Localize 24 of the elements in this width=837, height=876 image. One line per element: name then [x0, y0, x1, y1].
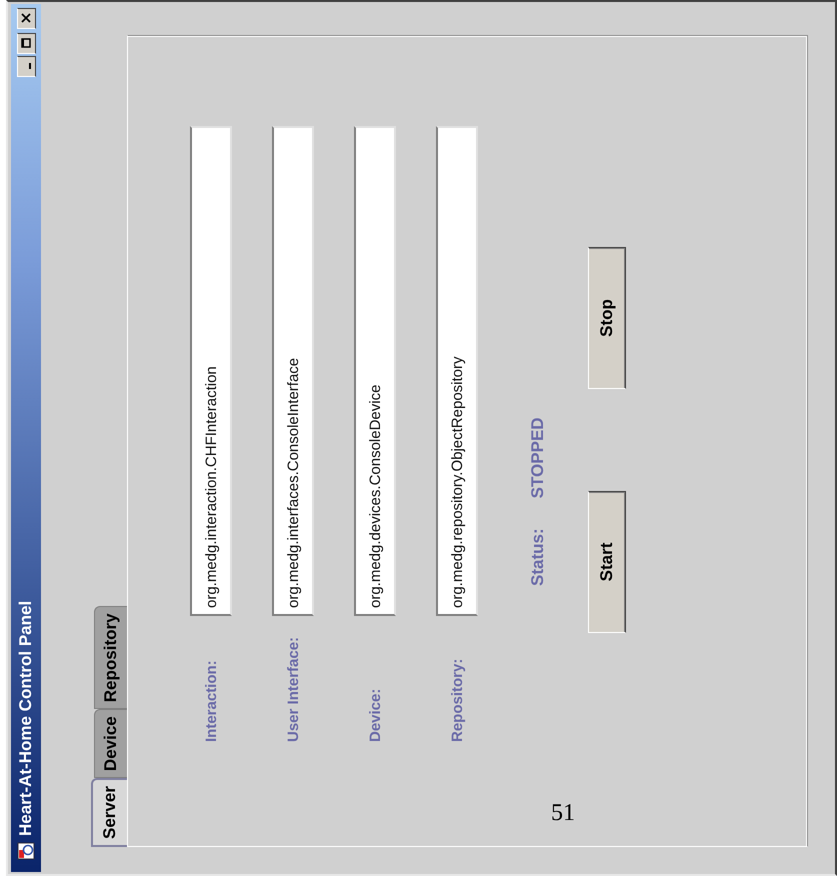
field-label: Repository: — [448, 658, 466, 744]
text-field[interactable]: org.medg.repository.ObjectRepository — [436, 126, 478, 616]
app-icon — [17, 842, 35, 860]
page-number: 51 — [551, 800, 575, 827]
close-button[interactable] — [16, 8, 36, 29]
status-label: Status: — [528, 528, 548, 586]
minimize-icon — [29, 64, 31, 70]
text-field[interactable]: org.medg.interfaces.ConsoleInterface — [272, 126, 314, 616]
tab[interactable]: Device — [94, 709, 127, 778]
text-field[interactable]: org.medg.devices.ConsoleDevice — [354, 126, 396, 616]
tab[interactable]: Repository — [94, 606, 127, 710]
status-value: STOPPED — [528, 417, 548, 498]
close-icon — [21, 14, 31, 24]
field-label: Device: — [366, 688, 384, 744]
action-button[interactable]: Start — [588, 491, 626, 633]
text-field[interactable]: org.medg.interaction.CHFInteraction — [190, 126, 232, 616]
maximize-button[interactable] — [16, 33, 36, 54]
field-label: Interaction: — [202, 659, 220, 744]
window-title: Heart-At-Home Control Panel — [16, 600, 36, 836]
minimize-button[interactable] — [16, 56, 36, 77]
tab[interactable]: Server — [91, 778, 127, 847]
field-label: User Interface: — [284, 636, 302, 744]
action-button[interactable]: Stop — [588, 247, 626, 389]
maximize-icon — [21, 38, 31, 48]
